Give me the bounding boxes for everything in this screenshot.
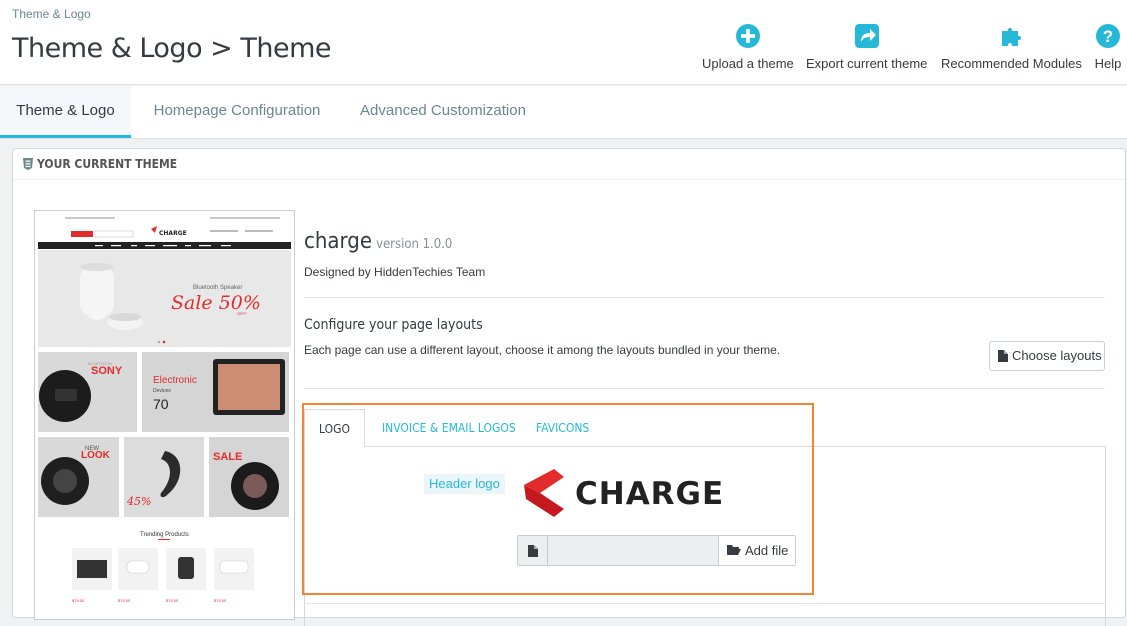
- choose-layouts-button[interactable]: Choose layouts: [989, 341, 1105, 371]
- recommended-modules-label: Recommended Modules: [941, 56, 1082, 71]
- preview-tile2-sub: Devices: [153, 388, 171, 394]
- theme-preview-image: CHARGE Bluetooth Speaker Sale 50% OFF* B…: [34, 210, 295, 620]
- preview-tile2: Electronic: [153, 375, 197, 386]
- theme-version: version 1.0.0: [376, 237, 453, 252]
- panel-heading: YOUR CURRENT THEME: [13, 149, 1125, 180]
- page-title: Theme & Logo > Theme: [12, 33, 332, 64]
- layouts-description: Each page can use a different layout, ch…: [304, 343, 781, 357]
- preview-hero-sale: Sale 50%: [171, 292, 261, 314]
- preview-hero-off: OFF*: [237, 311, 247, 316]
- puzzle-icon: [1002, 28, 1022, 46]
- theme-author: Designed by HiddenTechies Team: [304, 265, 486, 279]
- tab-theme-logo[interactable]: Theme & Logo: [0, 86, 131, 138]
- preview-logo-text: CHARGE: [159, 230, 187, 237]
- plus-circle-icon: [735, 24, 760, 48]
- current-theme-panel: YOUR CURRENT THEME CHARGE Bluetooth Spea…: [12, 148, 1126, 626]
- upload-theme-button[interactable]: Upload a theme: [702, 22, 794, 71]
- share-icon: [854, 24, 879, 48]
- layouts-title: Configure your page layouts: [304, 317, 483, 333]
- recommended-modules-button[interactable]: Recommended Modules: [941, 22, 1082, 71]
- breadcrumb[interactable]: Theme & Logo: [12, 7, 91, 21]
- divider: [304, 297, 1105, 298]
- preview-tile4: 45%: [126, 495, 151, 508]
- file-icon: [998, 350, 1008, 362]
- preview-tile5: SALE: [213, 451, 242, 463]
- choose-layouts-label: Choose layouts: [1012, 348, 1102, 363]
- preview-price: $79.00: [118, 598, 131, 603]
- question-circle-icon: ?: [1096, 24, 1120, 48]
- export-theme-button[interactable]: Export current theme: [806, 22, 927, 71]
- html5-icon: [23, 158, 33, 170]
- svg-text:?: ?: [1103, 27, 1113, 46]
- main-tabs: Theme & Logo Homepage Configuration Adva…: [0, 86, 1127, 139]
- panel-title: YOUR CURRENT THEME: [37, 157, 178, 171]
- tab-homepage-configuration[interactable]: Homepage Configuration: [142, 86, 332, 138]
- help-button[interactable]: ? Help: [1094, 22, 1122, 71]
- page-header: Theme & Logo Theme & Logo > Theme Upload…: [0, 0, 1127, 85]
- divider: [304, 388, 1105, 389]
- preview-price: $79.00: [166, 598, 179, 603]
- preview-trending: Trending Products: [140, 532, 189, 538]
- divider: [304, 603, 1106, 604]
- preview-tile2-pct: 70: [153, 396, 169, 412]
- upload-theme-label: Upload a theme: [702, 56, 794, 71]
- export-theme-label: Export current theme: [806, 56, 928, 71]
- theme-preview-mockup: CHARGE Bluetooth Speaker Sale 50% OFF* B…: [35, 211, 294, 619]
- svg-text:LOOK: LOOK: [81, 450, 111, 461]
- preview-tile1: SONY: [91, 365, 123, 377]
- theme-name: charge version 1.0.0: [304, 229, 452, 254]
- preview-hero-caption: Bluetooth Speaker: [193, 285, 242, 291]
- preview-price: $79.00: [214, 598, 227, 603]
- help-label: Help: [1094, 56, 1122, 71]
- tab-advanced-customization[interactable]: Advanced Customization: [350, 86, 536, 138]
- highlight-box: [302, 403, 814, 595]
- preview-price: $79.00: [72, 598, 85, 603]
- theme-name-text: charge: [304, 229, 373, 254]
